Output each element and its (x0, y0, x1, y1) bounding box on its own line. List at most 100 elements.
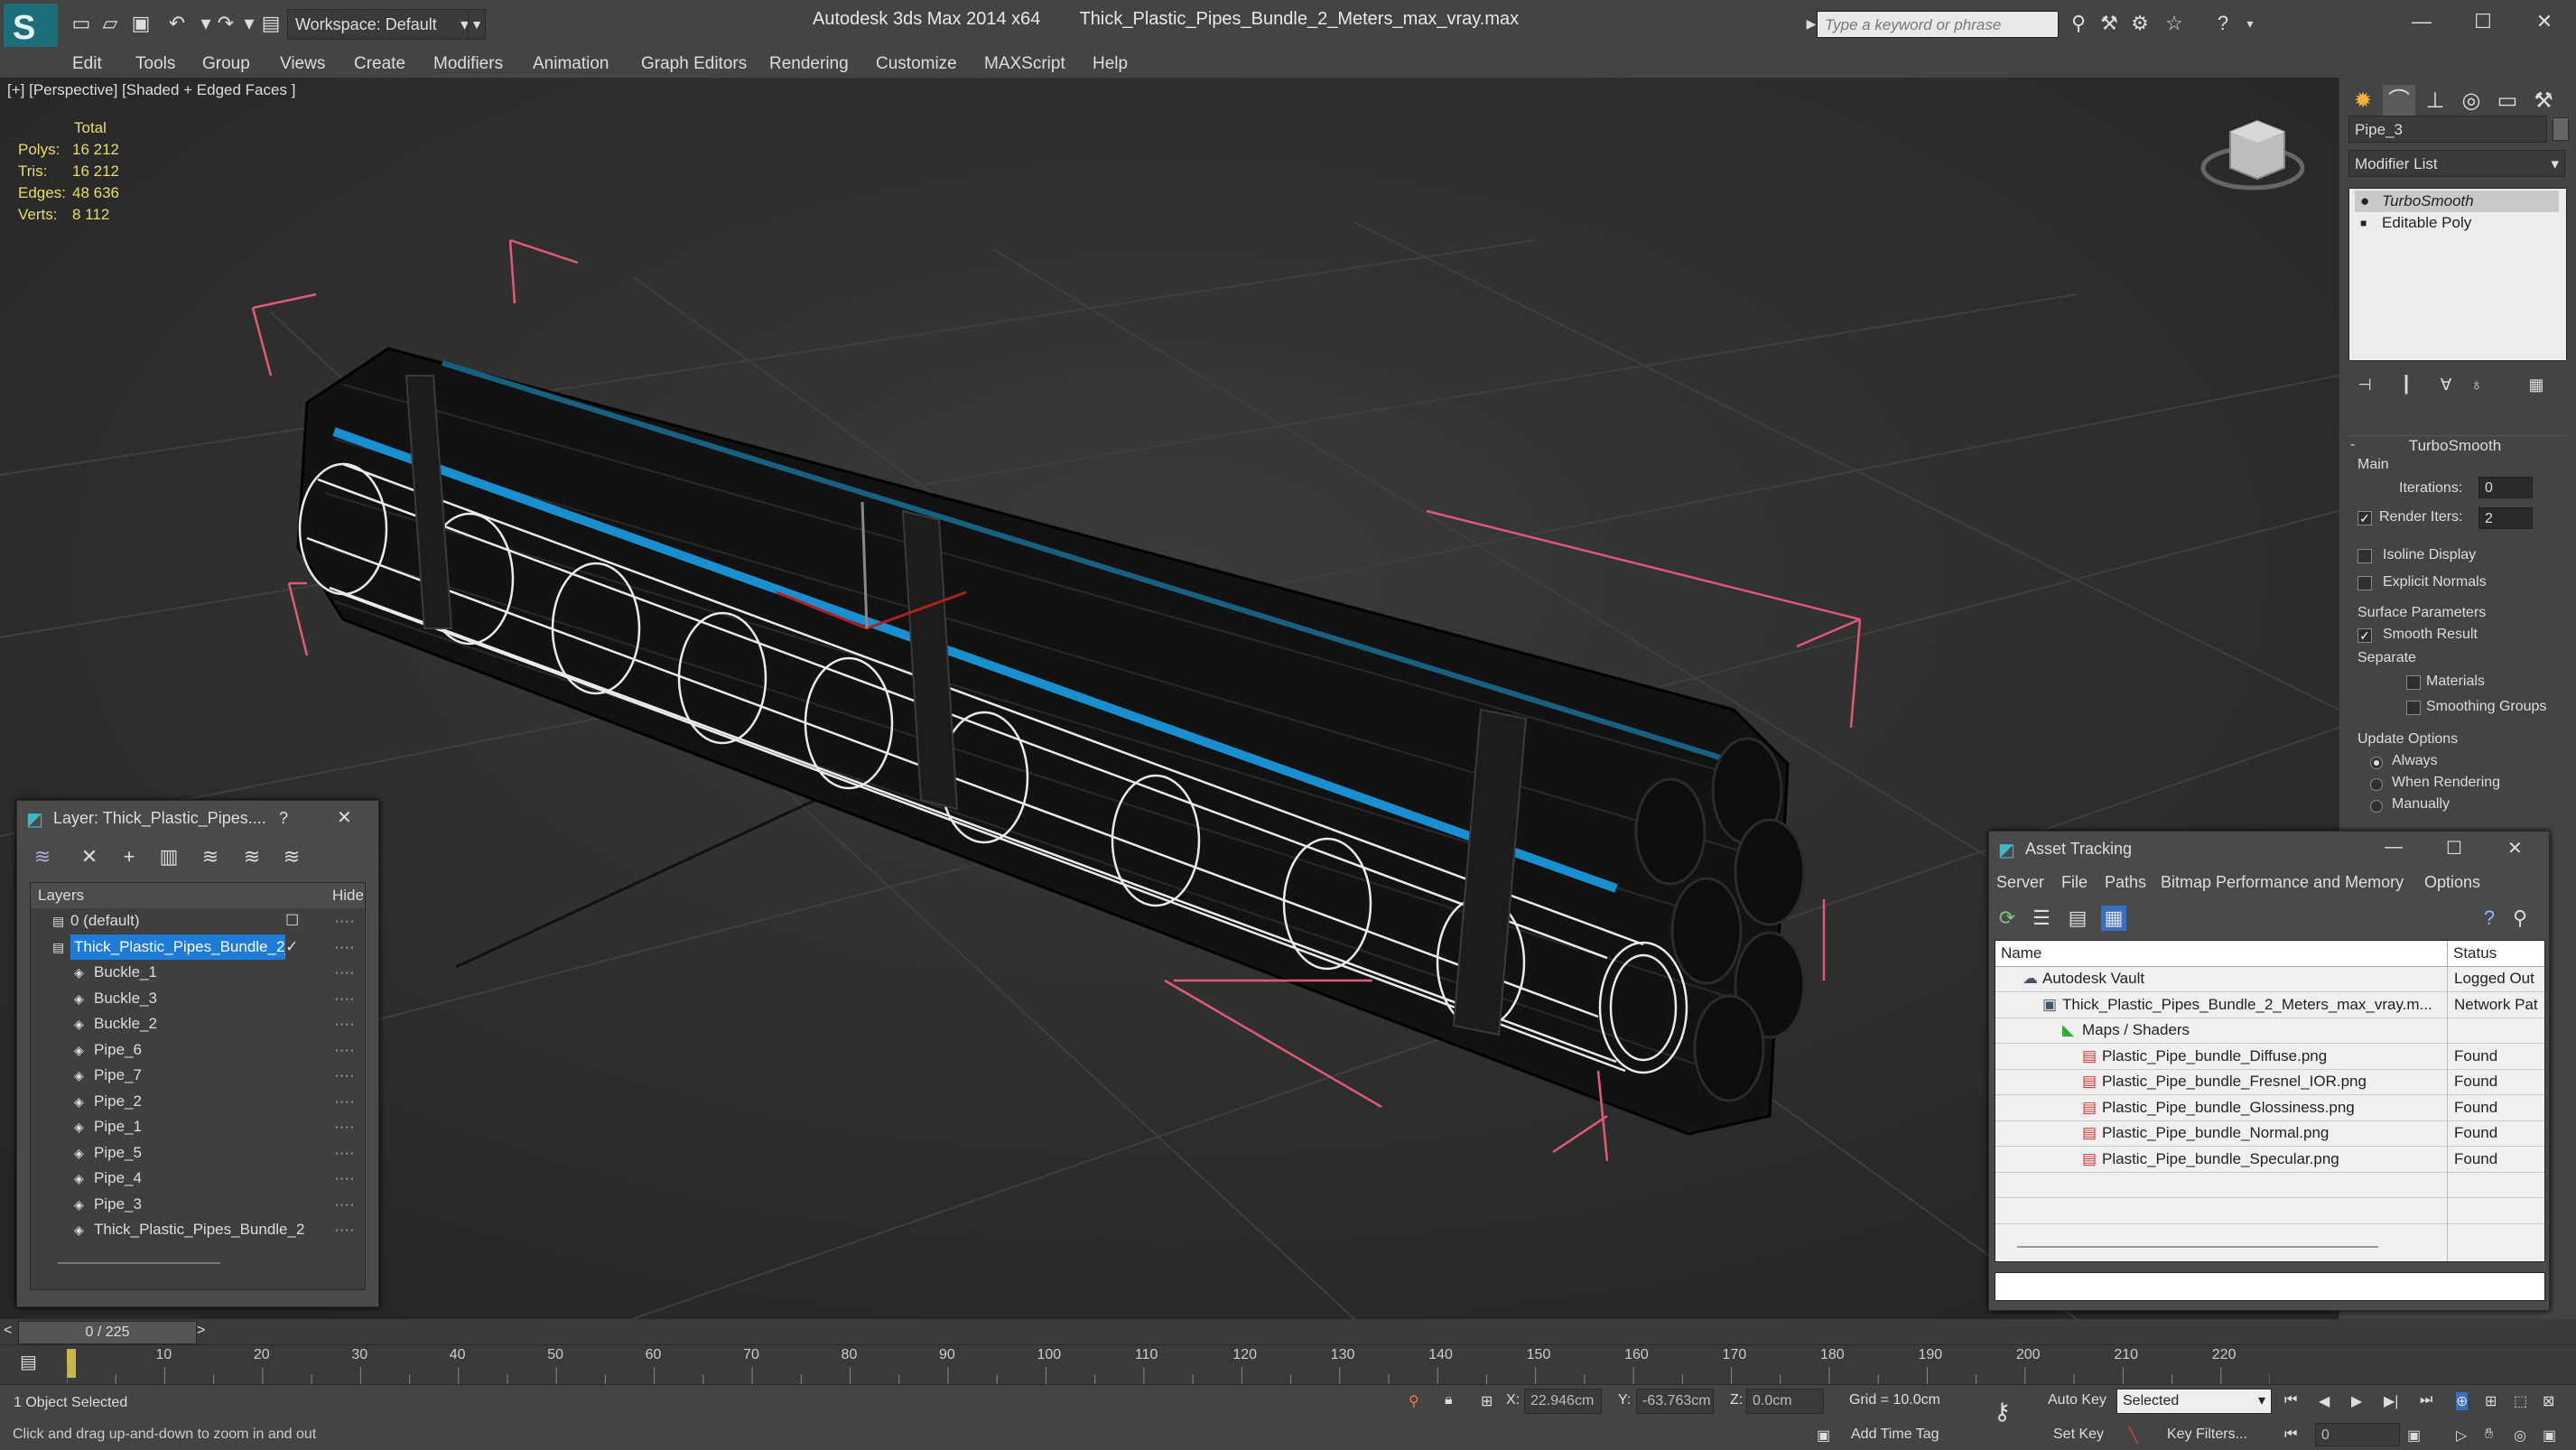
asset-row[interactable]: ▣ Thick_Plastic_Pipes_Bundle_2_Meters_max… (1995, 992, 2544, 1018)
set-key-button[interactable]: Set Key (2053, 1427, 2104, 1443)
asset-menu-options[interactable]: Options (2424, 873, 2480, 892)
asset-help-icon[interactable]: ? (2477, 906, 2502, 931)
current-layer-checkbox[interactable]: ☐ (285, 908, 299, 934)
hide-toggle[interactable]: ···· (334, 908, 355, 934)
menu-graph-editors[interactable]: Graph Editors (641, 54, 747, 74)
help-icon[interactable]: ? (2210, 11, 2236, 36)
hide-toggle[interactable]: ···· (334, 1063, 355, 1088)
save-icon[interactable]: ▣ (128, 11, 153, 36)
layer-row[interactable]: ◈ Thick_Plastic_Pipes_Bundle_2 ···· (31, 1217, 365, 1242)
previous-frame-icon[interactable]: ◀ (2319, 1392, 2330, 1410)
layer-row[interactable]: ▤ 0 (default) ☐ ···· (31, 908, 365, 934)
layer-row[interactable]: ▤ Thick_Plastic_Pipes_Bundle_2_M ✓ ···· (31, 934, 365, 960)
hide-toggle[interactable]: ···· (334, 1037, 355, 1063)
add-to-layer-icon[interactable]: + (116, 844, 142, 869)
highlight-selected-icon[interactable]: ≋ (198, 844, 223, 869)
asset-menu-paths[interactable]: Paths (2105, 873, 2146, 892)
maximize-button[interactable]: ☐ (2465, 5, 2501, 38)
menu-help[interactable]: Help (1093, 54, 1128, 74)
object-color-swatch[interactable] (2553, 117, 2569, 141)
hide-toggle[interactable]: ···· (334, 1166, 355, 1191)
display-tab-icon[interactable]: ▭ (2491, 85, 2524, 117)
hide-toggle[interactable]: ···· (334, 1114, 355, 1139)
layer-close-button[interactable]: ✕ (337, 806, 352, 829)
hide-toggle[interactable]: ···· (334, 986, 355, 1011)
app-logo-button[interactable]: S (4, 4, 58, 52)
asset-minimize-button[interactable]: — (2385, 837, 2403, 858)
render-iters-checkbox[interactable]: ✓ (2357, 511, 2372, 525)
layer-row[interactable]: ◈ Pipe_3 ···· (31, 1192, 365, 1217)
active-layer-checkmark-icon[interactable]: ✓ (285, 934, 298, 960)
menu-modifiers[interactable]: Modifiers (433, 54, 503, 74)
layer-row[interactable]: ◈ Pipe_5 ···· (31, 1140, 365, 1166)
key-mode-icon[interactable]: ╲ (2129, 1427, 2138, 1445)
utilities-tab-icon[interactable]: ⚒ (2527, 85, 2560, 117)
smooth-result-checkbox[interactable]: ✓ (2357, 628, 2372, 643)
explicit-normals-checkbox[interactable] (2357, 576, 2372, 590)
horizontal-scrollbar[interactable] (58, 1262, 220, 1264)
menu-tools[interactable]: Tools (135, 54, 175, 74)
asset-row[interactable]: ◣ Maps / Shaders (1995, 1018, 2544, 1044)
menu-maxscript[interactable]: MAXScript (984, 54, 1065, 74)
modifier-list-dropdown[interactable]: Modifier List ▾ (2348, 150, 2565, 177)
layer-row[interactable]: ◈ Buckle_2 ···· (31, 1011, 365, 1036)
new-file-icon[interactable]: ▭ (69, 11, 94, 36)
asset-menu-server[interactable]: Server (1996, 873, 2044, 892)
curve-editor-icon[interactable]: ▤ (20, 1351, 37, 1373)
subscription-icon[interactable]: ⚒ (2097, 11, 2122, 36)
motion-tab-icon[interactable]: ◎ (2455, 85, 2488, 117)
y-coordinate-field[interactable]: -63.763cm (1636, 1389, 1714, 1414)
time-configuration-icon[interactable]: ▣ (2407, 1427, 2421, 1445)
pan-icon[interactable]: ✋︎ (2485, 1427, 2493, 1443)
hierarchy-tab-icon[interactable]: ⊥ (2419, 85, 2451, 117)
when-rendering-radio[interactable] (2370, 778, 2383, 791)
undo-icon[interactable]: ↶ (164, 11, 190, 36)
zoom-extents-all-icon[interactable]: ⊠ (2543, 1392, 2554, 1410)
pin-stack-icon[interactable]: ⊣ (2348, 368, 2381, 401)
menu-create[interactable]: Create (354, 54, 405, 74)
stack-item-turbosmooth[interactable]: ● TurboSmooth (2355, 191, 2559, 212)
time-slider-thumb[interactable]: 0 / 225 (18, 1321, 197, 1344)
asset-menu-file[interactable]: File (2061, 873, 2088, 892)
favorites-star-icon[interactable]: ☆ (2162, 11, 2187, 36)
details-view-icon[interactable]: ▤ (2065, 906, 2090, 931)
redo-icon[interactable]: ↷ (213, 11, 238, 36)
remove-modifier-icon[interactable]: ♁ (2460, 368, 2493, 401)
play-icon[interactable]: ▶ (2351, 1392, 2362, 1410)
workspace-dropdown[interactable]: Workspace: Default ▾ (287, 9, 477, 40)
hide-toggle[interactable]: ···· (334, 960, 355, 985)
selection-lock-icon[interactable]: 🔒︎ (1445, 1392, 1453, 1408)
track-bar[interactable]: ▤ 10 20 30 40 50 60 70 80 90 100 110 120 130 140 150 16… (0, 1344, 2576, 1385)
modify-tab-icon[interactable]: ⌒ (2383, 85, 2415, 117)
time-next-icon[interactable]: > (197, 1323, 205, 1339)
binoculars-icon[interactable]: ⚲ (2066, 11, 2091, 36)
z-coordinate-field[interactable]: 0.0cm (1746, 1389, 1824, 1414)
help-dropdown-icon[interactable]: ▾ (2237, 11, 2263, 36)
layer-row[interactable]: ◈ Buckle_3 ···· (31, 986, 365, 1011)
hide-toggle[interactable]: ···· (334, 1089, 355, 1114)
search-input[interactable]: Type a keyword or phrase (1817, 11, 2059, 38)
list-view-icon[interactable]: ☰ (2029, 906, 2054, 931)
object-name-field[interactable]: Pipe_3 (2348, 116, 2547, 143)
isolate-selection-icon[interactable]: ⚲ (1409, 1392, 1419, 1410)
key-filters-button[interactable]: Key Filters... (2167, 1427, 2247, 1443)
make-unique-icon[interactable]: ∀ (2430, 368, 2462, 401)
configure-modifier-sets-icon[interactable]: ▦ (2520, 368, 2553, 401)
time-slider[interactable]: < 0 / 225 > (0, 1319, 2576, 1344)
workspace-options-button[interactable]: ▼ (468, 9, 486, 40)
delete-layer-icon[interactable]: ✕ (77, 844, 102, 869)
hide-toggle[interactable]: ···· (334, 1217, 355, 1242)
hide-column-header[interactable]: Hide (332, 883, 364, 908)
asset-menu-bitmap-performance[interactable]: Bitmap Performance and Memory (2161, 873, 2404, 892)
freeze-all-layers-icon[interactable]: ≋ (279, 844, 304, 869)
hide-toggle[interactable]: ···· (334, 934, 355, 960)
menu-rendering[interactable]: Rendering (769, 54, 849, 74)
expand-plus-icon[interactable]: ■ (2360, 212, 2367, 234)
layer-row[interactable]: ◈ Pipe_6 ···· (31, 1037, 365, 1063)
key-mode-toggle-icon[interactable]: ⏮ (2284, 1427, 2297, 1443)
layers-column-header[interactable]: Layers (38, 883, 84, 908)
asset-close-button[interactable]: ✕ (2507, 837, 2523, 860)
layer-row[interactable]: ◈ Pipe_1 ···· (31, 1114, 365, 1139)
menu-customize[interactable]: Customize (876, 54, 957, 74)
stack-item-editable-poly[interactable]: ■ Editable Poly (2355, 212, 2471, 234)
